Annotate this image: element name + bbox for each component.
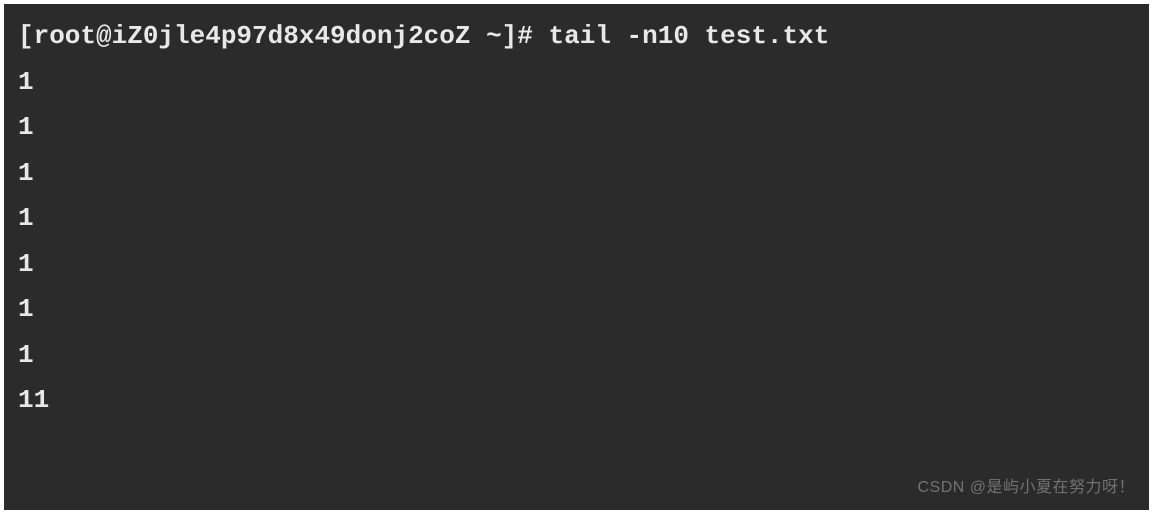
output-line: 1 bbox=[18, 105, 1135, 151]
output-line: 11 bbox=[18, 378, 1135, 424]
output-line: 1 bbox=[18, 60, 1135, 106]
output-line: 1 bbox=[18, 151, 1135, 197]
watermark-text: CSDN @是屿小夏在努力呀！ bbox=[917, 474, 1135, 502]
command-text: tail -n10 test.txt bbox=[549, 21, 830, 51]
output-line: 1 bbox=[18, 196, 1135, 242]
command-line: [root@iZ0jle4p97d8x49donj2coZ ~]# tail -… bbox=[18, 14, 1135, 60]
output-line: 1 bbox=[18, 287, 1135, 333]
output-line: 1 bbox=[18, 333, 1135, 379]
prompt-text: [root@iZ0jle4p97d8x49donj2coZ ~]# bbox=[18, 21, 549, 51]
terminal-window[interactable]: [root@iZ0jle4p97d8x49donj2coZ ~]# tail -… bbox=[4, 4, 1149, 510]
output-line: 1 bbox=[18, 242, 1135, 288]
